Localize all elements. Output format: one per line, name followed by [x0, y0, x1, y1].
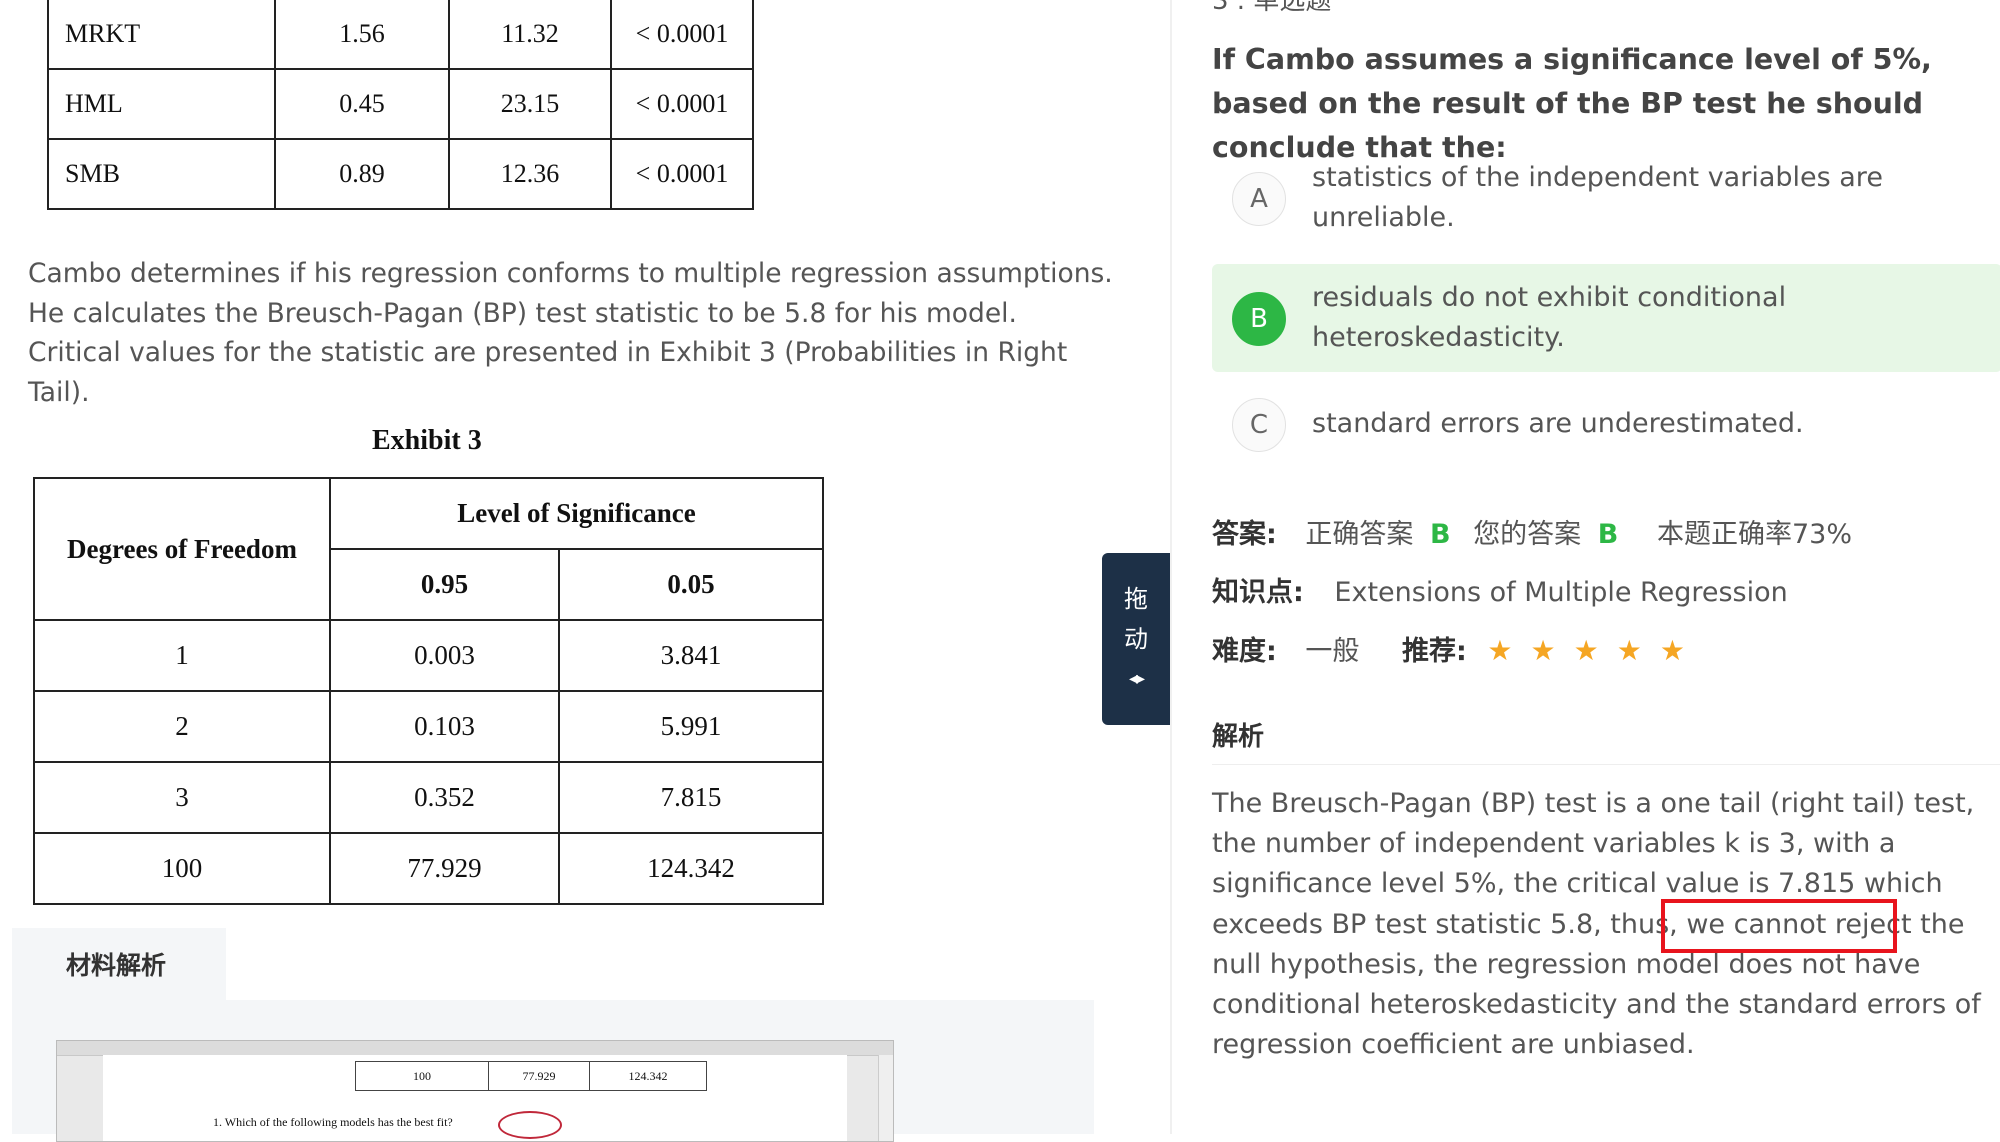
difficulty-label: 难度: — [1212, 636, 1277, 667]
table-cell: 0.352 — [329, 761, 560, 834]
table-cell: < 0.0001 — [610, 0, 754, 70]
divider — [1212, 764, 2000, 765]
correct-answer-value: B — [1430, 519, 1451, 550]
exhibit-prev-table: MRKT 1.56 11.32 < 0.0001 HML 0.45 23.15 … — [47, 0, 754, 210]
material-analysis-tab[interactable]: 材料解析 — [12, 928, 226, 1000]
star-icon: ★ — [1530, 634, 1556, 667]
analysis-heading: 解析 — [1212, 722, 1265, 752]
table-cell: 3.841 — [558, 619, 824, 692]
drag-label-2: 动 — [1124, 625, 1148, 653]
red-circle-annotation — [498, 1111, 562, 1139]
table-cell: MRKT — [47, 0, 276, 70]
table-row: 100 77.929 124.342 — [355, 1061, 707, 1091]
option-a[interactable]: A statistics of the independent variable… — [1212, 150, 2000, 258]
table-cell: 0.003 — [329, 619, 560, 692]
subheader-005: 0.05 — [558, 548, 824, 621]
table-cell: 1 — [33, 619, 331, 692]
knowledge-row: 知识点: Extensions of Multiple Regression — [1212, 570, 1788, 609]
table-row: 100 77.929 124.342 — [33, 832, 824, 905]
difficulty-value: 一般 — [1305, 636, 1360, 667]
correct-answer-label: 正确答案 — [1305, 519, 1414, 550]
table-cell: 12.36 — [448, 138, 612, 210]
table-cell: 124.342 — [589, 1061, 707, 1091]
document-screenshot: 100 77.929 124.342 1. Which of the follo… — [56, 1040, 894, 1142]
table-cell: < 0.0001 — [610, 68, 754, 140]
question-pane: 3 . 单选题 If Cambo assumes a significance … — [1170, 0, 2000, 1134]
header-level-of-significance: Level of Significance — [329, 477, 824, 550]
star-icon: ★ — [1573, 634, 1599, 667]
option-letter-badge: A — [1232, 172, 1286, 226]
table-cell: 7.815 — [558, 761, 824, 834]
material-analysis-panel: 100 77.929 124.342 1. Which of the follo… — [12, 1000, 1094, 1142]
document-page: 100 77.929 124.342 1. Which of the follo… — [103, 1055, 847, 1141]
star-icon: ★ — [1487, 634, 1513, 667]
material-paragraph: Cambo determines if his regression confo… — [28, 258, 1113, 408]
knowledge-label: 知识点: — [1212, 577, 1304, 608]
answer-row: 答案: 正确答案 B 您的答案 B 本题正确率73% — [1212, 512, 1852, 551]
table-cell: 0.103 — [329, 690, 560, 763]
table-cell: HML — [47, 68, 276, 140]
doc-scrollbar[interactable] — [878, 1055, 893, 1141]
answer-label: 答案: — [1212, 519, 1277, 550]
table-row: SMB 0.89 12.36 < 0.0001 — [47, 138, 754, 210]
exhibit-title: Exhibit 3 — [372, 425, 482, 456]
correct-rate: 本题正确率73% — [1656, 519, 1852, 550]
table-cell: 1.56 — [274, 0, 450, 70]
table-cell: 100 — [355, 1061, 489, 1091]
red-box-annotation — [1661, 899, 1897, 953]
table-cell: 0.89 — [274, 138, 450, 210]
table-cell: 11.32 — [448, 0, 612, 70]
ruler — [57, 1041, 893, 1056]
resize-arrows-icon: ◂▸ — [1128, 668, 1145, 689]
drag-handle[interactable]: 拖 动 ◂▸ — [1102, 553, 1170, 725]
doc-table: 100 77.929 124.342 — [355, 1061, 707, 1091]
table-cell: 100 — [33, 832, 331, 905]
doc-question: 1. Which of the following models has the… — [213, 1115, 453, 1129]
knowledge-value: Extensions of Multiple Regression — [1334, 577, 1788, 608]
table-cell: 77.929 — [329, 832, 560, 905]
your-answer-value: B — [1597, 519, 1619, 550]
option-letter-badge: B — [1232, 292, 1286, 346]
table-row: MRKT 1.56 11.32 < 0.0001 — [47, 0, 754, 70]
option-text: standard errors are underestimated. — [1312, 408, 1804, 439]
table-cell: 77.929 — [488, 1061, 590, 1091]
recommend-stars: ★ ★ ★ ★ ★ — [1487, 634, 1703, 667]
drag-label-1: 拖 — [1124, 585, 1148, 613]
material-pane: MRKT 1.56 11.32 < 0.0001 HML 0.45 23.15 … — [0, 0, 1168, 1142]
star-icon: ★ — [1659, 634, 1685, 667]
your-answer-label: 您的答案 — [1473, 519, 1582, 550]
recommend-label: 推荐: — [1402, 636, 1467, 667]
table-cell: 23.15 — [448, 68, 612, 140]
option-c[interactable]: C standard errors are underestimated. — [1212, 390, 2000, 498]
table-row: 1 0.003 3.841 — [33, 619, 824, 692]
question-number: 3 . 单选题 — [1212, 0, 1332, 16]
table-cell: SMB — [47, 138, 276, 210]
table-cell: 5.991 — [558, 690, 824, 763]
table-row: HML 0.45 23.15 < 0.0001 — [47, 68, 754, 140]
star-icon: ★ — [1616, 634, 1642, 667]
table-header-row: Degrees of Freedom Level of Significance — [33, 477, 824, 621]
option-text: residuals do not exhibit conditional het… — [1312, 282, 1787, 353]
option-text: statistics of the independent variables … — [1312, 162, 1883, 233]
table-row: 2 0.103 5.991 — [33, 690, 824, 763]
table-cell: 3 — [33, 761, 331, 834]
subheader-095: 0.95 — [329, 548, 560, 621]
table-cell: < 0.0001 — [610, 138, 754, 210]
option-b-selected[interactable]: B residuals do not exhibit conditional h… — [1212, 264, 2000, 372]
table-cell: 0.45 — [274, 68, 450, 140]
header-degrees-of-freedom: Degrees of Freedom — [33, 477, 331, 621]
difficulty-row: 难度: 一般 推荐: ★ ★ ★ ★ ★ — [1212, 629, 1703, 668]
table-row: 3 0.352 7.815 — [33, 761, 824, 834]
option-letter-badge: C — [1232, 398, 1286, 452]
table-cell: 124.342 — [558, 832, 824, 905]
table-cell: 2 — [33, 690, 331, 763]
exhibit3-table: Degrees of Freedom Level of Significance… — [33, 477, 824, 905]
